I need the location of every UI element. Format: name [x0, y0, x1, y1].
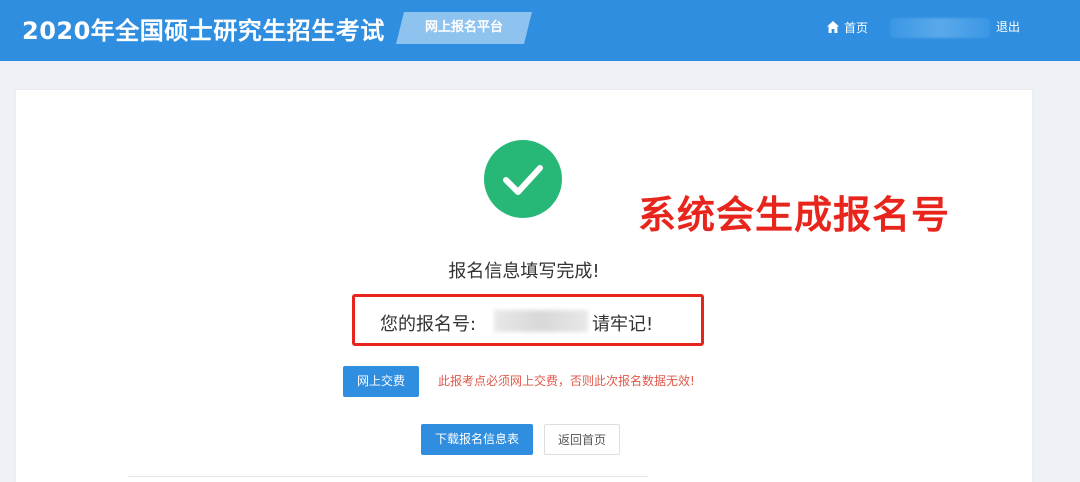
annotation-text: 系统会生成报名号 [638, 193, 951, 237]
online-payment-button[interactable]: 网上交费 [343, 366, 419, 397]
home-link-label: 首页 [844, 20, 869, 35]
return-home-button[interactable]: 返回首页 [544, 424, 620, 455]
registration-number-label: 您的报名号: [380, 314, 477, 335]
download-registration-form-button[interactable]: 下载报名信息表 [421, 424, 533, 455]
divider [128, 476, 648, 477]
top-header-bar: 2020年全国硕士研究生招生考试 网上报名平台 首页 退出 [0, 0, 1080, 61]
logout-link[interactable]: 退出 [996, 17, 1020, 37]
home-icon [827, 21, 839, 33]
check-circle-icon [484, 140, 562, 218]
redacted-username [890, 18, 990, 38]
completion-message: 报名信息填写完成! [448, 261, 600, 282]
site-title: 2020年全国硕士研究生招生考试 [22, 17, 385, 45]
registration-reminder: 请牢记! [592, 314, 654, 335]
redacted-registration-number [494, 310, 588, 332]
platform-tag-label: 网上报名平台 [424, 20, 503, 35]
payment-warning: 此报考点必须网上交费，否则此次报名数据无效! [438, 374, 695, 388]
home-link[interactable]: 首页 [826, 17, 868, 37]
platform-tag: 网上报名平台 [396, 12, 532, 44]
